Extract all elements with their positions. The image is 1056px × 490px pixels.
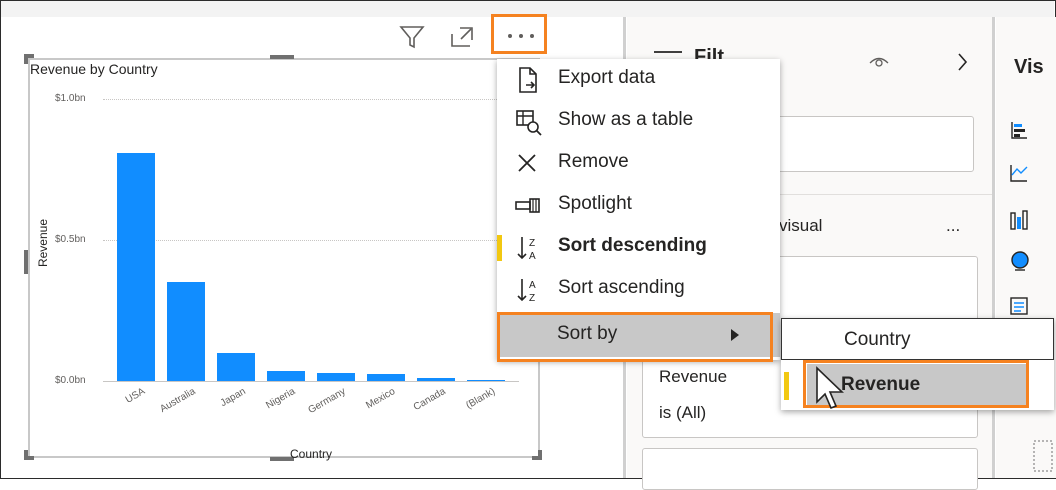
collapse-chevron-icon[interactable] — [955, 50, 971, 74]
chart-title: Revenue by Country — [30, 61, 158, 77]
menu-item-sort-ascending[interactable]: AZ Sort ascending — [497, 269, 780, 311]
resize-handle[interactable] — [24, 250, 28, 274]
gridline — [103, 99, 519, 100]
table-visual-icon[interactable] — [1009, 296, 1029, 316]
menu-item-remove[interactable]: Remove — [497, 143, 780, 185]
menu-item-label: Spotlight — [558, 193, 632, 214]
eye-icon[interactable] — [868, 52, 890, 70]
focus-mode-icon[interactable] — [448, 24, 476, 50]
bar-japan[interactable] — [217, 352, 255, 381]
matrix-icon[interactable] — [1032, 437, 1054, 477]
x-axis-label: Country — [290, 447, 333, 461]
bar-mexico[interactable] — [367, 373, 405, 381]
sort-active-indicator — [497, 235, 502, 261]
mouse-cursor-icon — [813, 366, 847, 414]
export-icon — [513, 65, 543, 95]
menu-item-label: Sort ascending — [558, 277, 685, 298]
menu-item-label: Export data — [558, 67, 656, 88]
sort-by-highlight — [497, 312, 773, 362]
menu-item-label: Show as a table — [558, 109, 694, 130]
svg-text:A: A — [529, 280, 536, 291]
bar-usa[interactable] — [117, 152, 155, 381]
more-options-highlight — [491, 14, 547, 54]
close-icon — [513, 149, 543, 179]
filters-on-visual-label: visual — [779, 216, 823, 235]
visualizations-pane-title: Vis — [1014, 56, 1044, 78]
resize-handle[interactable] — [24, 54, 28, 64]
sort-active-indicator — [784, 372, 789, 400]
resize-handle[interactable] — [24, 450, 28, 460]
submenu-item-label: Country — [844, 329, 911, 350]
bar-nigeria[interactable] — [267, 371, 305, 381]
ribbon-chart-icon[interactable] — [1009, 209, 1029, 231]
submenu-item-country[interactable]: Country — [781, 318, 1054, 360]
svg-text:Z: Z — [529, 238, 535, 249]
bar-australia[interactable] — [167, 282, 205, 381]
bar-germany[interactable] — [317, 372, 355, 381]
spotlight-icon — [513, 191, 543, 221]
menu-item-export-data[interactable]: Export data — [497, 59, 780, 101]
table-icon — [513, 107, 543, 137]
y-tick-label: $0.5bn — [55, 234, 86, 245]
filter-icon[interactable] — [398, 24, 426, 50]
menu-item-label: Sort descending — [558, 235, 707, 256]
svg-text:Z: Z — [529, 293, 535, 304]
stacked-bar-chart-icon[interactable] — [1009, 120, 1029, 140]
gridline — [103, 240, 519, 241]
svg-text:A: A — [529, 251, 536, 262]
y-tick-label: $1.0bn — [55, 93, 86, 104]
filter-card[interactable] — [642, 448, 978, 490]
sort-descending-icon: ZA — [513, 233, 543, 263]
y-tick-label: $0.0bn — [55, 375, 86, 386]
menu-item-spotlight[interactable]: Spotlight — [497, 185, 780, 227]
filter-card-field: Revenue — [659, 367, 728, 386]
filters-more-options[interactable]: ... — [946, 216, 960, 236]
filter-card-condition: is (All) — [659, 403, 707, 422]
sort-ascending-icon: AZ — [513, 275, 543, 305]
y-axis-label: Revenue — [36, 218, 50, 268]
resize-handle[interactable] — [270, 55, 294, 59]
line-chart-icon[interactable] — [1009, 163, 1029, 183]
x-axis-line — [103, 381, 519, 382]
menu-item-sort-descending[interactable]: ZA Sort descending — [497, 227, 780, 269]
map-globe-icon[interactable] — [1009, 250, 1031, 272]
resize-handle[interactable] — [538, 450, 542, 460]
menu-item-show-as-table[interactable]: Show as a table — [497, 101, 780, 143]
menu-item-label: Remove — [558, 151, 629, 172]
